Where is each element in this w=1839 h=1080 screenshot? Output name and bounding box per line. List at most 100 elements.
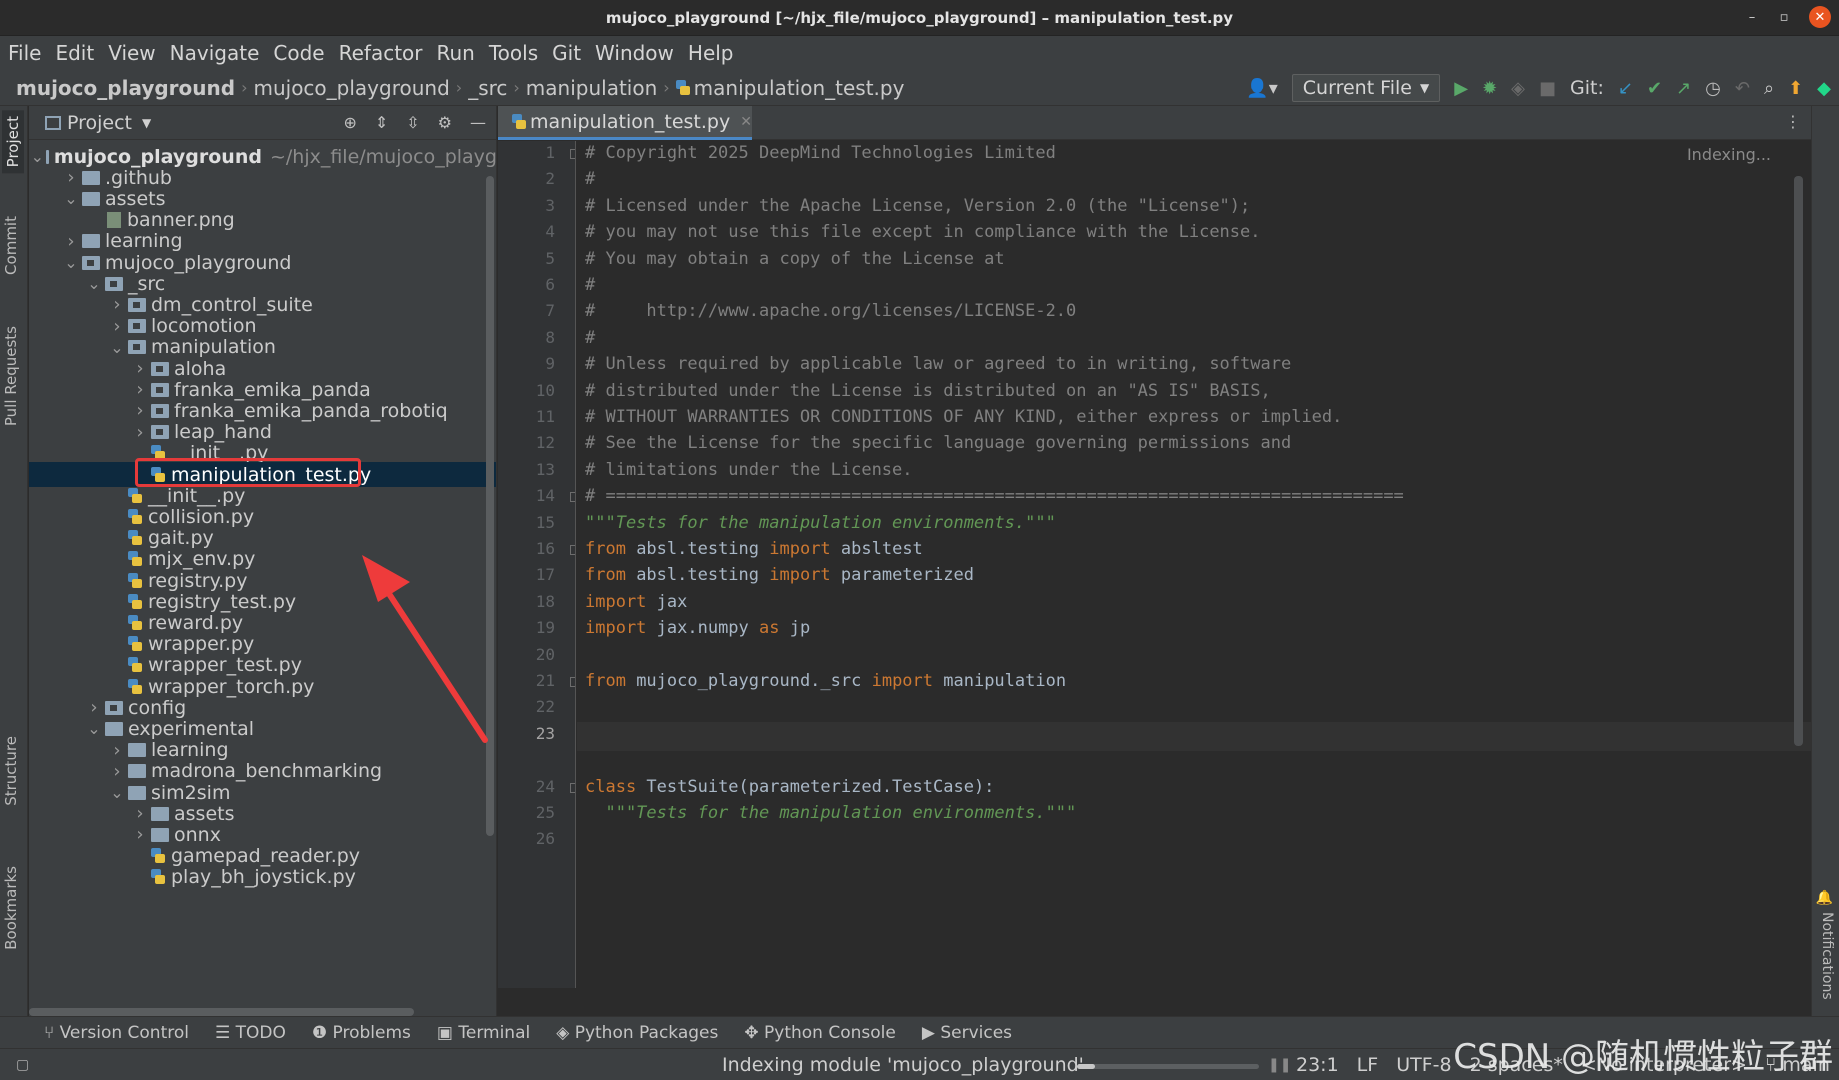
chevron-right-icon[interactable]: › — [131, 400, 149, 421]
chevron-down-icon[interactable]: ⌄ — [31, 147, 44, 166]
code-token: # ======================================… — [585, 486, 1404, 507]
tab-notifications[interactable]: Notifications — [1819, 912, 1835, 1000]
update-icon[interactable]: ⬆ — [1788, 78, 1803, 99]
chevron-down-icon[interactable]: ⌄ — [62, 253, 80, 272]
close-button[interactable]: ✕ — [1809, 6, 1831, 28]
run-icon[interactable]: ▶ — [1454, 78, 1468, 99]
chevron-right-icon[interactable]: › — [131, 803, 149, 824]
menu-refactor[interactable]: Refactor — [339, 41, 423, 65]
git-push-icon[interactable]: ↗ — [1676, 78, 1691, 99]
services-icon: ▶ — [921, 1022, 941, 1043]
tab-project[interactable]: Project — [2, 110, 24, 174]
tab-structure[interactable]: Structure — [2, 736, 20, 806]
gear-icon[interactable]: ⚙ — [438, 113, 452, 132]
menu-run[interactable]: Run — [437, 41, 475, 65]
chevron-right-icon[interactable]: › — [108, 316, 126, 337]
tree-item-label: madrona_benchmarking — [151, 760, 383, 783]
tool-problems[interactable]: ❶ Problems — [312, 1023, 411, 1043]
tool-python-console[interactable]: ✥ Python Console — [744, 1023, 895, 1043]
project-panel-title[interactable]: Project — [67, 112, 132, 134]
menu-git[interactable]: Git — [552, 41, 581, 65]
window-controls: – ▫ ✕ — [1745, 6, 1831, 28]
run-config-select[interactable]: Current File ▼ — [1291, 74, 1441, 102]
hide-icon[interactable]: — — [470, 113, 486, 132]
breadcrumb-item[interactable]: _src — [468, 76, 507, 100]
line-separator[interactable]: LF — [1357, 1054, 1379, 1076]
expand-all-icon[interactable]: ⇕ — [375, 113, 388, 132]
chevron-down-icon[interactable]: ⌄ — [85, 719, 103, 738]
chevron-right-icon[interactable]: › — [131, 358, 149, 379]
project-icon — [45, 115, 61, 130]
tool-version-control[interactable]: ⑂ Version Control — [44, 1023, 189, 1043]
collapse-all-icon[interactable]: ⇳ — [406, 113, 419, 132]
code-line: from absl.testing import parameterized — [585, 565, 974, 585]
chevron-right-icon[interactable]: › — [62, 167, 80, 188]
maximize-button[interactable]: ▫ — [1777, 10, 1791, 25]
pause-icon[interactable]: ❚❚ — [1268, 1057, 1291, 1073]
fold-icon[interactable] — [570, 545, 575, 555]
menu-edit[interactable]: Edit — [55, 41, 94, 65]
caret-position[interactable]: 23:1 — [1296, 1054, 1339, 1076]
coverage-icon[interactable]: ◈ — [1511, 78, 1525, 99]
breadcrumb-root[interactable]: mujoco_playground — [16, 76, 235, 100]
chevron-right-icon[interactable]: › — [108, 740, 126, 761]
chevron-right-icon[interactable]: › — [62, 231, 80, 252]
tool-terminal[interactable]: ▣ Terminal — [437, 1023, 530, 1043]
search-icon[interactable]: ⌕ — [1764, 78, 1774, 99]
minimize-button[interactable]: – — [1745, 10, 1759, 25]
tree-item-label: mujoco_playground — [105, 251, 292, 274]
locate-icon[interactable]: ⊕ — [343, 113, 356, 132]
more-icon[interactable]: ⋮ — [1785, 112, 1801, 131]
menu-help[interactable]: Help — [688, 41, 734, 65]
tab-commit[interactable]: Commit — [2, 216, 20, 275]
menu-file[interactable]: File — [8, 41, 41, 65]
breadcrumb-item[interactable]: mujoco_playground — [253, 76, 449, 100]
stop-icon[interactable]: ■ — [1539, 78, 1556, 99]
editor-tab[interactable]: manipulation_test.py ✕ — [498, 106, 752, 140]
menu-code[interactable]: Code — [273, 41, 324, 65]
editor-scrollbar[interactable] — [1794, 176, 1803, 746]
fold-icon[interactable] — [570, 782, 575, 793]
close-tab-icon[interactable]: ✕ — [740, 114, 752, 130]
chevron-right-icon[interactable]: › — [131, 422, 149, 443]
tool-todo[interactable]: ☰ TODO — [215, 1023, 286, 1043]
breadcrumb-item[interactable]: manipulation — [526, 76, 657, 100]
chevron-right-icon[interactable]: › — [85, 697, 103, 718]
project-hscrollbar[interactable] — [29, 1008, 414, 1016]
menu-navigate[interactable]: Navigate — [170, 41, 260, 65]
chevron-down-icon[interactable]: ⌄ — [108, 338, 126, 357]
fold-icon[interactable] — [570, 149, 575, 159]
tree-item[interactable]: play_bh_joystick.py — [29, 865, 496, 890]
chevron-down-icon[interactable]: ⌄ — [85, 274, 103, 293]
user-icon[interactable]: 👤▾ — [1246, 78, 1277, 99]
pycharm-icon[interactable]: ◆ — [1817, 78, 1831, 99]
menu-view[interactable]: View — [108, 41, 155, 65]
tool-python-packages[interactable]: ◈ Python Packages — [556, 1023, 718, 1043]
tree-item-label: sim2sim — [151, 781, 231, 804]
menu-window[interactable]: Window — [595, 41, 674, 65]
code-editor[interactable]: Indexing... # Copyright 2025 DeepMind Te… — [577, 141, 1811, 988]
folder-icon — [82, 191, 100, 206]
chevron-down-icon[interactable]: ▼ — [142, 116, 151, 130]
layout-icon[interactable]: ▢ — [16, 1057, 29, 1073]
tab-pull-requests[interactable]: Pull Requests — [2, 326, 20, 426]
menu-tools[interactable]: Tools — [489, 41, 538, 65]
tool-services[interactable]: ▶ Services — [922, 1023, 1012, 1043]
chevron-right-icon[interactable]: › — [131, 379, 149, 400]
chevron-down-icon[interactable]: ⌄ — [62, 189, 80, 208]
rollback-icon[interactable]: ↶ — [1735, 78, 1750, 99]
breadcrumb-file[interactable]: manipulation_test.py — [694, 76, 905, 100]
history-icon[interactable]: ◷ — [1705, 78, 1721, 99]
tab-bookmarks[interactable]: Bookmarks — [2, 866, 20, 950]
chevron-right-icon[interactable]: › — [108, 761, 126, 782]
chevron-right-icon[interactable]: › — [108, 294, 126, 315]
git-commit-icon[interactable]: ✔ — [1647, 78, 1662, 99]
bell-icon[interactable]: 🔔 — [1816, 890, 1833, 906]
chevron-down-icon[interactable]: ⌄ — [108, 783, 126, 802]
file-encoding[interactable]: UTF-8 — [1396, 1054, 1451, 1076]
debug-icon[interactable]: ✹ — [1482, 78, 1497, 99]
chevron-right-icon[interactable]: › — [131, 824, 149, 845]
fold-icon[interactable] — [570, 677, 575, 687]
git-update-icon[interactable]: ↙ — [1618, 78, 1633, 99]
fold-icon[interactable] — [570, 492, 575, 503]
